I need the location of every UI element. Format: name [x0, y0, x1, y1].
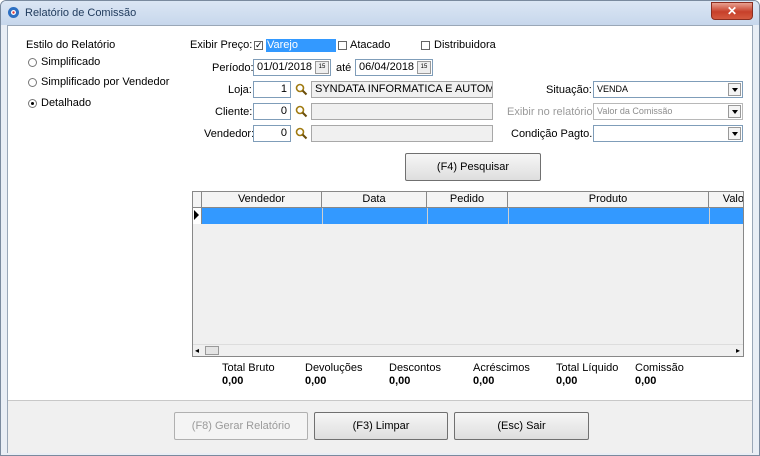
client-area: Estilo do Relatório Simplificado Simplif… [7, 25, 753, 453]
col-pedido[interactable]: Pedido [427, 192, 508, 208]
footer-bar: (F8) Gerar Relatório (F3) Limpar (Esc) S… [8, 400, 752, 453]
comissao-value: 0,00 [635, 375, 657, 387]
estilo-heading: Estilo do Relatório [26, 39, 116, 51]
condicao-select[interactable] [593, 125, 743, 142]
descontos-value: 0,00 [389, 375, 411, 387]
search-icon[interactable] [295, 83, 308, 96]
data-inicio-field[interactable]: 01/01/2018 15 [253, 59, 331, 76]
search-icon[interactable] [295, 127, 308, 140]
loja-label: Loja: [228, 84, 252, 96]
exibir-relatorio-select[interactable]: Valor da Comissão [593, 103, 743, 120]
grid-corner [193, 192, 202, 208]
exibir-relatorio-value: Valor da Comissão [597, 106, 673, 116]
situacao-value: VENDA [597, 84, 629, 94]
cliente-codigo-field[interactable]: 0 [253, 103, 291, 120]
distribuidora-label[interactable]: Distribuidora [434, 39, 496, 51]
total-liquido-value: 0,00 [556, 375, 578, 387]
close-icon: ✕ [726, 4, 738, 18]
acrescimos-value: 0,00 [473, 375, 495, 387]
row-pointer-icon [194, 210, 199, 220]
app-icon [8, 7, 19, 18]
condicao-label: Condição Pagto.: [511, 128, 596, 140]
results-grid[interactable]: Vendedor Data Pedido Produto Valo ◂ ▸ [192, 191, 744, 357]
col-valor[interactable]: Valo [709, 192, 743, 208]
exibir-preco-label: Exibir Preço: [190, 39, 253, 51]
varejo-checkbox[interactable]: ✓ [254, 41, 263, 50]
window-title: Relatório de Comissão [25, 7, 137, 19]
exibir-relatorio-label: Exibir no relatório: [507, 106, 596, 118]
radio-simplificado[interactable] [28, 58, 37, 67]
vendedor-codigo-field[interactable]: 0 [253, 125, 291, 142]
row-indicator [193, 208, 202, 224]
radio-simplificado-vendedor-label[interactable]: Simplificado por Vendedor [41, 76, 169, 88]
radio-detalhado-label[interactable]: Detalhado [41, 97, 91, 109]
scroll-left-icon[interactable]: ◂ [195, 346, 199, 355]
calendar-icon[interactable]: 15 [417, 61, 431, 74]
gerar-relatorio-button[interactable]: (F8) Gerar Relatório [174, 412, 308, 440]
atacado-checkbox[interactable] [338, 41, 347, 50]
row-divider [508, 208, 509, 224]
devolucoes-value: 0,00 [305, 375, 327, 387]
sair-button[interactable]: (Esc) Sair [454, 412, 589, 440]
acrescimos-label: Acréscimos [473, 362, 530, 374]
col-data[interactable]: Data [322, 192, 427, 208]
data-inicio-value: 01/01/2018 [257, 61, 313, 73]
col-produto[interactable]: Produto [508, 192, 709, 208]
radio-simplificado-label[interactable]: Simplificado [41, 56, 100, 68]
total-bruto-value: 0,00 [222, 375, 244, 387]
chevron-down-icon[interactable] [728, 105, 741, 118]
title-bar[interactable]: Relatório de Comissão ✕ [1, 1, 759, 25]
report-window: Relatório de Comissão ✕ Estilo do Relató… [0, 0, 760, 456]
total-liquido-label: Total Líquido [556, 362, 619, 374]
vendedor-label: Vendedor: [204, 128, 255, 140]
search-icon[interactable] [295, 105, 308, 118]
periodo-label: Período: [212, 62, 254, 74]
row-divider [427, 208, 428, 224]
col-vendedor[interactable]: Vendedor [202, 192, 322, 208]
distribuidora-checkbox[interactable] [421, 41, 430, 50]
cliente-nome-field [311, 103, 493, 120]
vendedor-nome-field [311, 125, 493, 142]
row-divider [709, 208, 710, 224]
horizontal-scrollbar[interactable]: ◂ ▸ [193, 344, 743, 356]
atacado-label[interactable]: Atacado [350, 39, 390, 51]
descontos-label: Descontos [389, 362, 441, 374]
close-button[interactable]: ✕ [711, 2, 753, 20]
calendar-icon[interactable]: 15 [315, 61, 329, 74]
data-fim-value: 06/04/2018 [359, 61, 415, 73]
radio-simplificado-vendedor[interactable] [28, 78, 37, 87]
comissao-label: Comissão [635, 362, 684, 374]
row-divider [322, 208, 323, 224]
varejo-label[interactable]: Varejo [266, 39, 336, 52]
total-bruto-label: Total Bruto [222, 362, 275, 374]
cliente-label: Cliente: [215, 106, 253, 118]
loja-codigo-field[interactable]: 1 [253, 81, 291, 98]
ate-label: até [336, 62, 352, 74]
loja-nome-field: SYNDATA INFORMATICA E AUTOMAC [311, 81, 493, 98]
situacao-label: Situação: [546, 84, 592, 96]
pesquisar-button[interactable]: (F4) Pesquisar [405, 153, 541, 181]
table-row[interactable] [202, 208, 743, 224]
chevron-down-icon[interactable] [728, 83, 741, 96]
devolucoes-label: Devoluções [305, 362, 363, 374]
data-fim-field[interactable]: 06/04/2018 15 [355, 59, 433, 76]
scroll-right-icon[interactable]: ▸ [736, 346, 740, 355]
scroll-thumb[interactable] [205, 346, 219, 355]
radio-detalhado[interactable] [28, 99, 37, 108]
situacao-select[interactable]: VENDA [593, 81, 743, 98]
limpar-button[interactable]: (F3) Limpar [314, 412, 448, 440]
chevron-down-icon[interactable] [728, 127, 741, 140]
